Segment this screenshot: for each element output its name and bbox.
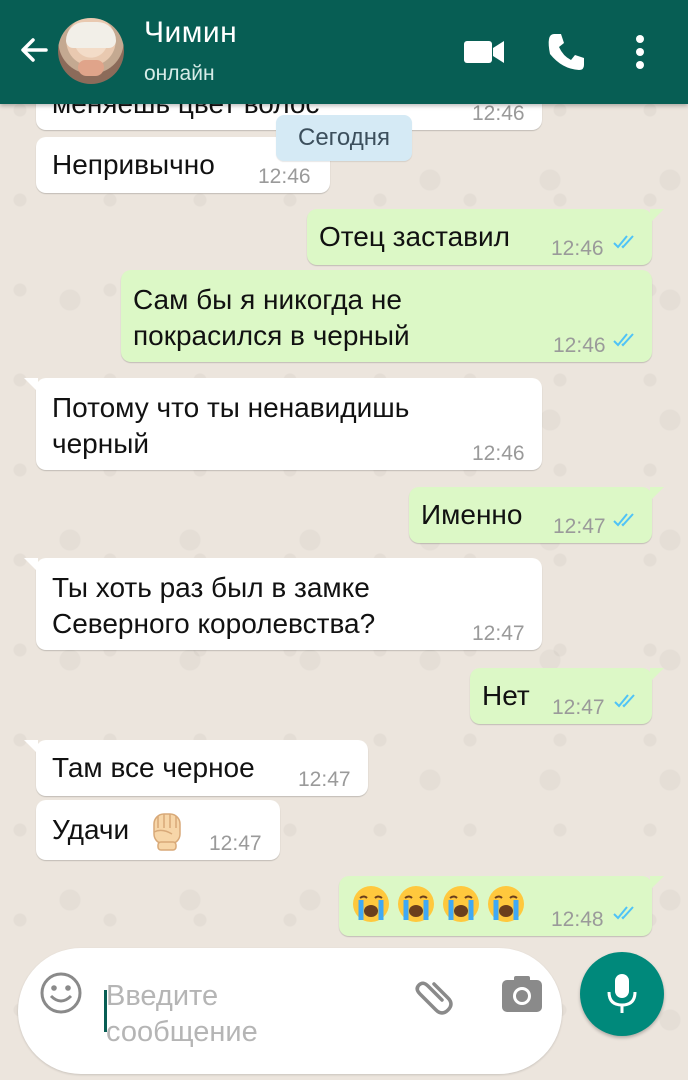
read-receipt-icon xyxy=(613,513,634,527)
incoming-message[interactable]: Потому что ты ненавидишь черный 12:46 xyxy=(24,378,542,470)
message-time: 12:47 xyxy=(298,768,351,791)
crying-face-emoji xyxy=(443,886,479,922)
read-receipt-icon xyxy=(613,333,634,347)
camera-icon[interactable] xyxy=(498,970,546,1018)
message-time: 12:47 xyxy=(209,832,262,855)
outgoing-message[interactable]: Отец заставил 12:46 xyxy=(307,209,664,265)
message-time: 12:47 xyxy=(472,622,525,645)
crying-face-emoji xyxy=(398,886,434,922)
outgoing-message[interactable]: Именно 12:47 xyxy=(409,487,664,543)
phone-icon[interactable] xyxy=(542,28,590,76)
message-text: Именно xyxy=(421,499,523,530)
date-separator: Сегодня xyxy=(276,115,412,161)
read-receipt-icon xyxy=(613,235,634,249)
outgoing-message[interactable]: Сам бы я никогда не покрасился в черный … xyxy=(121,270,652,362)
message-text: Непривычно xyxy=(52,149,215,180)
incoming-message[interactable]: Там все черное 12:47 xyxy=(24,740,368,796)
raised-fist-emoji xyxy=(153,813,181,851)
microphone-icon xyxy=(607,974,637,1013)
video-camera-icon[interactable] xyxy=(460,28,508,76)
paperclip-icon[interactable] xyxy=(410,970,458,1018)
message-time: 12:48 xyxy=(551,908,604,931)
message-text: Нет xyxy=(482,680,530,711)
crying-face-emoji xyxy=(488,886,524,922)
message-text: Ты хоть раз был в замке Северного короле… xyxy=(52,572,376,639)
message-time: 12:46 xyxy=(553,334,606,357)
contact-avatar[interactable] xyxy=(58,18,124,84)
read-receipt-icon xyxy=(613,906,634,920)
contact-status: онлайн xyxy=(144,62,215,85)
message-time: 12:47 xyxy=(552,696,605,719)
message-time: 12:46 xyxy=(551,237,604,260)
message-time: 12:46 xyxy=(258,165,311,188)
more-vertical-icon[interactable] xyxy=(620,28,660,76)
back-arrow-icon[interactable] xyxy=(14,30,54,70)
chat-header: Чимин онлайн xyxy=(0,0,688,104)
voice-message-button[interactable] xyxy=(580,952,664,1036)
message-text: Там все черное xyxy=(52,752,255,783)
message-text: Удачи xyxy=(52,814,130,845)
message-input-placeholder[interactable]: Введите сообщение xyxy=(106,978,346,1050)
contact-name[interactable]: Чимин xyxy=(144,16,237,50)
message-text: Потому что ты ненавидишь черный xyxy=(52,392,410,459)
crying-face-emoji xyxy=(353,886,389,922)
read-receipt-icon xyxy=(614,694,635,708)
message-text: Отец заставил xyxy=(319,221,511,252)
outgoing-message[interactable]: Нет 12:47 xyxy=(470,668,664,724)
incoming-message[interactable]: Ты хоть раз был в замке Северного короле… xyxy=(24,558,542,650)
message-text: Сам бы я никогда не покрасился в черный xyxy=(133,284,410,351)
message-time: 12:46 xyxy=(472,442,525,465)
message-time: 12:47 xyxy=(553,515,606,538)
smiley-icon[interactable] xyxy=(38,970,84,1016)
